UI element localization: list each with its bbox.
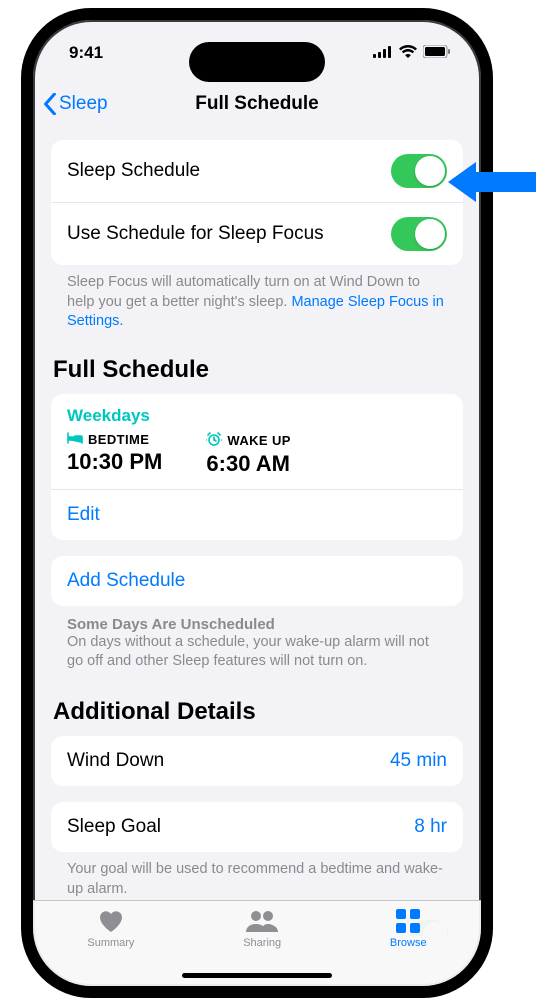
schedule-card: Weekdays BEDTIME 10:30 PM <box>51 394 463 540</box>
schedule-times: BEDTIME 10:30 PM WAKE UP 6:30 AM <box>51 432 463 489</box>
sleep-schedule-row: Sleep Schedule <box>51 140 463 202</box>
add-schedule-card: Add Schedule <box>51 556 463 606</box>
back-label: Sleep <box>59 93 108 115</box>
dynamic-island <box>189 42 325 82</box>
wind-down-label: Wind Down <box>67 750 390 772</box>
cellular-icon <box>373 43 393 63</box>
use-schedule-label: Use Schedule for Sleep Focus <box>67 223 391 245</box>
battery-icon <box>423 43 451 63</box>
tab-summary[interactable]: Summary <box>87 907 134 986</box>
bed-icon <box>67 432 83 447</box>
sleep-goal-value: 8 hr <box>414 816 447 838</box>
sleep-toggles-card: Sleep Schedule Use Schedule for Sleep Fo… <box>51 140 463 265</box>
sleep-goal-note: Your goal will be used to recommend a be… <box>51 852 463 899</box>
sleep-schedule-label: Sleep Schedule <box>67 160 391 182</box>
alarm-icon <box>206 432 222 449</box>
bedtime-column: BEDTIME 10:30 PM <box>67 432 162 477</box>
heart-icon <box>98 907 124 935</box>
content-area: Sleep Schedule Use Schedule for Sleep Fo… <box>33 126 481 936</box>
tab-sharing-label: Sharing <box>243 937 281 949</box>
status-time: 9:41 <box>69 43 103 63</box>
callout-arrow <box>448 158 536 211</box>
back-button[interactable]: Sleep <box>43 93 108 115</box>
chevron-left-icon <box>43 93 57 115</box>
unscheduled-title: Some Days Are Unscheduled <box>51 606 463 633</box>
tab-browse-label: Browse <box>390 937 427 949</box>
wind-down-card: Wind Down 45 min <box>51 736 463 786</box>
wifi-icon <box>399 43 417 63</box>
wakeup-column: WAKE UP 6:30 AM <box>206 432 290 477</box>
home-indicator[interactable] <box>182 973 332 978</box>
device-frame: 9:41 Sleep Full Schedule Sleep Schedule <box>21 8 493 998</box>
wakeup-label: WAKE UP <box>227 433 290 448</box>
use-schedule-toggle[interactable] <box>391 217 447 251</box>
wind-down-row[interactable]: Wind Down 45 min <box>51 736 463 786</box>
bedtime-label: BEDTIME <box>88 432 149 447</box>
full-schedule-header: Full Schedule <box>53 356 461 384</box>
use-schedule-row: Use Schedule for Sleep Focus <box>51 202 463 265</box>
nav-bar: Sleep Full Schedule <box>33 82 481 126</box>
tab-browse[interactable]: Browse <box>390 907 427 986</box>
sleep-goal-row[interactable]: Sleep Goal 8 hr <box>51 802 463 852</box>
unscheduled-body: On days without a schedule, your wake-up… <box>51 633 463 675</box>
add-schedule-button[interactable]: Add Schedule <box>51 556 463 606</box>
additional-details-header: Additional Details <box>53 698 461 726</box>
bedtime-value: 10:30 PM <box>67 449 162 475</box>
grid-icon <box>396 907 420 935</box>
sleep-schedule-toggle[interactable] <box>391 154 447 188</box>
sleep-focus-note: Sleep Focus will automatically turn on a… <box>51 265 463 332</box>
wakeup-value: 6:30 AM <box>206 451 290 477</box>
tab-summary-label: Summary <box>87 937 134 949</box>
edit-schedule-button[interactable]: Edit <box>51 489 463 540</box>
sleep-goal-card: Sleep Goal 8 hr <box>51 802 463 852</box>
sleep-goal-label: Sleep Goal <box>67 816 414 838</box>
wind-down-value: 45 min <box>390 750 447 772</box>
schedule-period: Weekdays <box>51 394 463 432</box>
people-icon <box>246 907 278 935</box>
